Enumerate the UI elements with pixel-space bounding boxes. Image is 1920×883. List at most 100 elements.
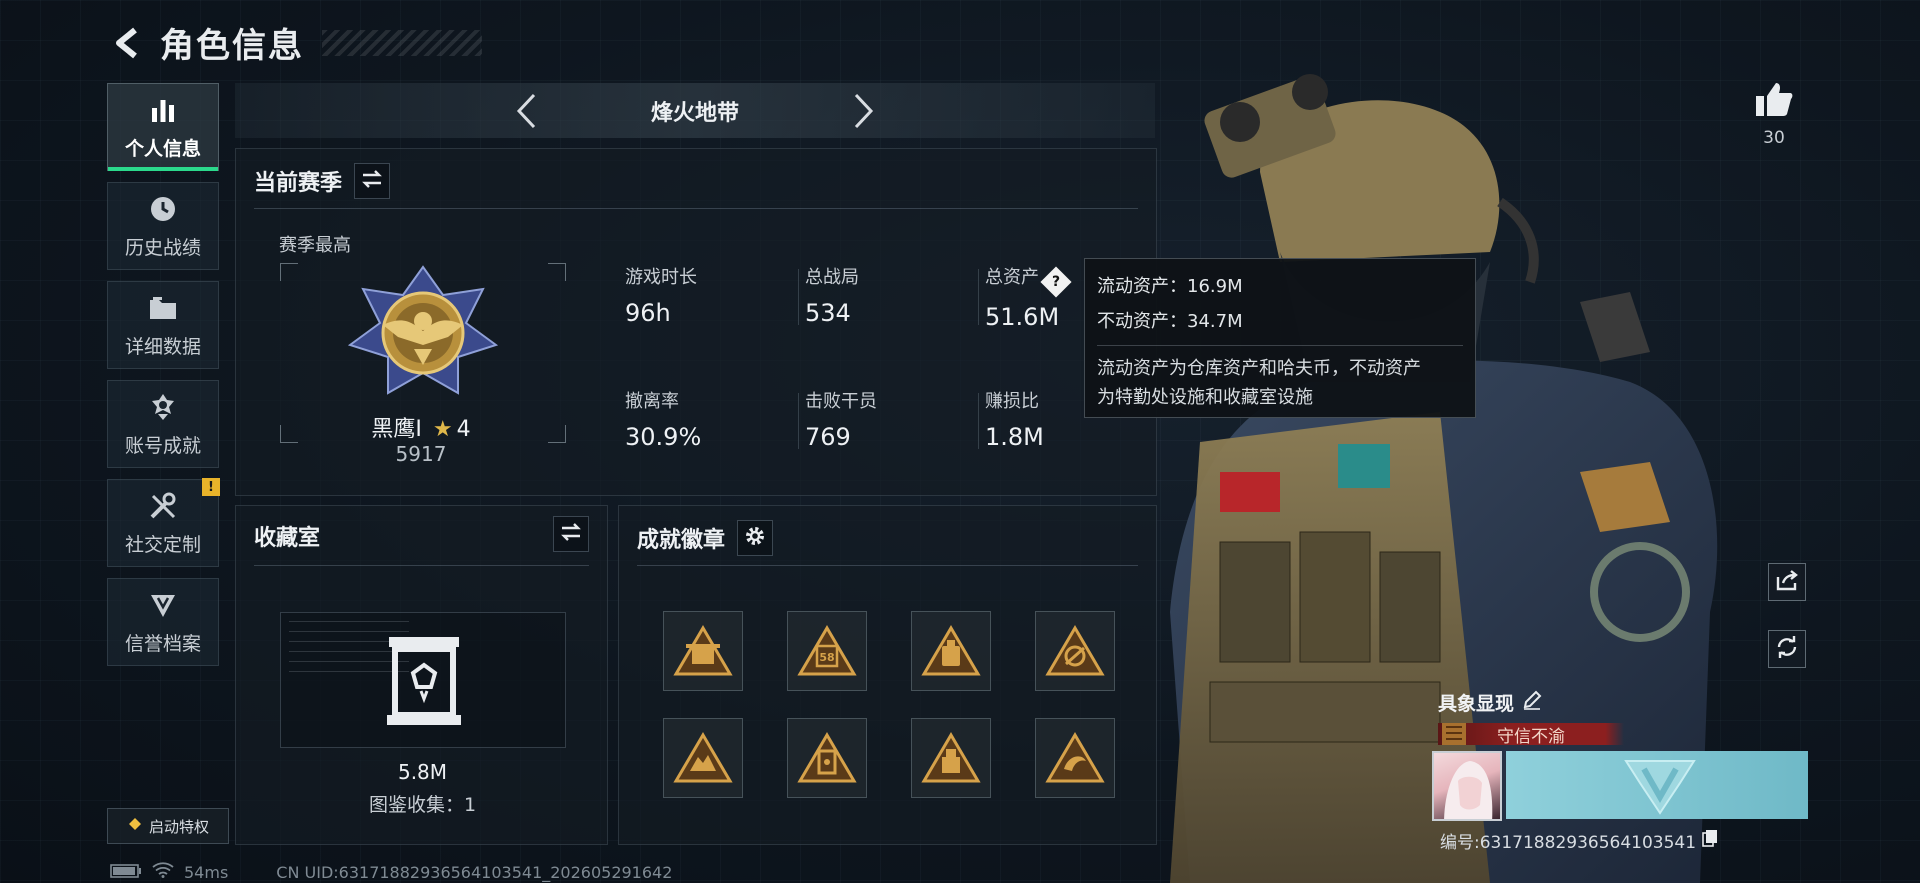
sidebar-item-label: 个人信息 — [124, 137, 201, 160]
like-button[interactable]: 30 — [1752, 80, 1796, 148]
achievement-badge[interactable] — [787, 718, 867, 798]
sidebar-item-personal-info[interactable]: 个人信息 — [107, 83, 219, 171]
rank-name: 黑鹰I — [371, 417, 422, 442]
clock-icon — [147, 193, 179, 225]
stat-label: 击败干员 — [805, 391, 877, 412]
collection-showcase[interactable] — [280, 612, 566, 748]
achievement-divider — [637, 565, 1138, 566]
tools-icon — [147, 490, 179, 522]
achievement-badge[interactable] — [1035, 611, 1115, 691]
launch-privilege-button[interactable]: 启动特权 — [107, 808, 229, 844]
share-icon — [1775, 569, 1799, 595]
collection-switch-button[interactable] — [553, 516, 589, 552]
tooltip-divider — [1097, 345, 1463, 346]
sidebar-item-label: 信誉档案 — [124, 632, 201, 655]
triangle-badge-icon — [921, 625, 981, 676]
triangle-badge-icon — [1045, 732, 1105, 783]
season-panel-title: 当前赛季 — [254, 171, 343, 196]
stat-value: 534 — [805, 299, 851, 327]
player-avatar[interactable] — [1432, 751, 1502, 821]
next-mode-arrow-icon[interactable] — [849, 91, 879, 131]
avatar-title-row: 具象显现 — [1438, 689, 1542, 716]
folder-icon — [147, 292, 179, 324]
avatar-portrait — [1444, 761, 1493, 819]
gear-icon — [744, 525, 766, 551]
tooltip-description-line-2: 为特勤处设施和收藏室设施 — [1097, 387, 1313, 408]
achievement-badge[interactable] — [1035, 718, 1115, 798]
display-case-icon — [387, 637, 461, 725]
season-panel-header: 当前赛季 — [254, 163, 391, 199]
collection-count: 图鉴收集：1 — [368, 794, 477, 816]
achievement-badges-panel: 成就徽章 58 — [618, 505, 1157, 845]
triangle-badge-icon: 58 — [797, 625, 857, 676]
rank-stars: 4 — [456, 417, 471, 442]
sidebar-item-label: 历史战绩 — [124, 236, 201, 259]
sidebar-item-details[interactable]: 详细数据 — [107, 281, 219, 369]
stat-label-row: 总资产? — [985, 263, 1072, 298]
achievement-badge[interactable] — [911, 611, 991, 691]
achievement-badge[interactable] — [663, 611, 743, 691]
badge-58-text: 58 — [819, 651, 834, 664]
sidebar-item-label: 社交定制 — [124, 533, 201, 556]
player-banner[interactable] — [1506, 751, 1808, 819]
serial-number: 编号:63171882936564103541 — [1440, 833, 1697, 853]
stat-divider — [978, 393, 979, 449]
triangle-badge-icon — [673, 625, 733, 676]
warning-badge: ! — [202, 478, 220, 496]
share-button[interactable] — [1768, 563, 1806, 601]
stat-value: 1.8M — [985, 423, 1044, 451]
achievement-badge[interactable] — [663, 718, 743, 798]
achievement-panel-header: 成就徽章 — [637, 520, 774, 556]
total-assets-tooltip: 流动资产：16.9M 不动资产：34.7M 流动资产为仓库资产和哈夫币，不动资产… — [1084, 258, 1476, 418]
refresh-button[interactable] — [1768, 630, 1806, 668]
triangle-badge-icon — [921, 732, 981, 783]
stat-label: 总资产 — [985, 267, 1039, 288]
sidebar-item-achievements[interactable]: 账号成就 — [107, 380, 219, 468]
tooltip-fixed-assets: 不动资产：34.7M — [1097, 311, 1243, 332]
collection-panel-header: 收藏室 — [254, 520, 320, 552]
mode-switcher: 烽火地带 — [235, 83, 1155, 138]
sidebar-item-history[interactable]: 历史战绩 — [107, 182, 219, 270]
triangle-badge-icon — [1045, 625, 1105, 676]
copy-icon[interactable] — [1702, 829, 1718, 852]
stat-value: 769 — [805, 423, 851, 451]
prev-mode-arrow-icon[interactable] — [511, 91, 541, 131]
collection-room-panel: 收藏室 5.8M 图鉴收集：1 — [235, 505, 608, 845]
rank-name-row: 黑鹰I ★ 4 — [236, 411, 606, 443]
triangle-badge-icon — [673, 732, 733, 783]
stat-total-matches: 总战局 534 — [805, 263, 859, 327]
help-icon[interactable]: ? — [1040, 266, 1072, 298]
achievement-settings-button[interactable] — [737, 520, 774, 556]
stat-divider — [798, 269, 799, 325]
season-switch-button[interactable] — [354, 163, 391, 199]
collection-value: 5.8M — [397, 760, 448, 784]
honor-title-bar: 守信不渝 — [1438, 723, 1624, 747]
stat-label: 赚损比 — [985, 391, 1039, 412]
stat-divider — [978, 269, 979, 325]
refresh-icon — [1775, 635, 1799, 663]
sidebar-item-reputation[interactable]: 信誉档案 — [107, 578, 219, 666]
sidebar-item-social[interactable]: ! 社交定制 — [107, 478, 220, 567]
wifi-icon — [152, 862, 174, 882]
achievement-badge[interactable] — [911, 718, 991, 798]
stat-label: 游戏时长 — [625, 267, 697, 288]
page-title: 角色信息 — [160, 26, 304, 66]
serial-number-row: 编号:63171882936564103541 — [1440, 828, 1718, 853]
stat-total-assets: 总资产? 51.6M — [985, 263, 1072, 331]
battery-icon — [110, 863, 142, 882]
collection-divider — [254, 565, 589, 566]
edit-pencil-icon[interactable] — [1522, 690, 1542, 715]
rank-star-icon: ★ — [432, 417, 453, 442]
stat-profit-ratio: 赚损比 1.8M — [985, 387, 1044, 451]
stat-value: 30.9% — [625, 423, 702, 451]
back-arrow-icon[interactable] — [110, 25, 146, 61]
tooltip-description-line-1: 流动资产为仓库资产和哈夫币，不动资产 — [1097, 358, 1421, 379]
swap-icon — [361, 169, 383, 193]
achievement-badge[interactable]: 58 — [787, 611, 867, 691]
ping-value: 54ms — [184, 862, 229, 882]
honor-title: 守信不渝 — [1497, 726, 1565, 747]
stat-play-time: 游戏时长 96h — [625, 263, 697, 327]
swap-icon — [560, 522, 582, 546]
bar-chart-icon — [147, 94, 179, 126]
sidebar-item-label: 详细数据 — [124, 335, 201, 358]
